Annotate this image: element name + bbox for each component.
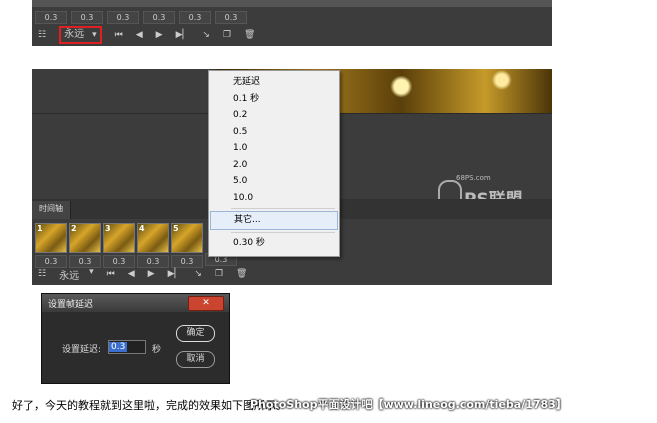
frame-number: 2 — [71, 224, 77, 233]
tween-icon[interactable]: ↘ — [194, 269, 202, 279]
menu-item-5-0[interactable]: 5.0 — [209, 173, 339, 190]
prev-frame-icon[interactable]: ◀ — [136, 30, 143, 40]
first-frame-icon[interactable]: ⏮ — [115, 30, 123, 40]
article-caption: 好了，今天的教程就到这里啦，完成的效果如下图所示。 — [12, 399, 287, 412]
close-icon[interactable]: ✕ — [188, 296, 224, 311]
tab-timeline[interactable]: 时间轴 — [32, 201, 71, 219]
cancel-button[interactable]: 取消 — [176, 351, 215, 368]
prev-frame-icon[interactable]: ◀ — [128, 269, 135, 279]
menu-item-0-1[interactable]: 0.1 秒 — [209, 91, 339, 108]
chevron-down-icon: ▾ — [89, 266, 94, 277]
menu-item-current[interactable]: 0.30 秒 — [209, 235, 339, 252]
menu-item-0-5[interactable]: 0.5 — [209, 124, 339, 141]
delay-input-value: 0.3 — [109, 342, 128, 352]
chevron-down-icon: ▾ — [92, 30, 97, 40]
duplicate-frame-icon[interactable]: ❐ — [215, 269, 223, 279]
frame-delay-6[interactable]: 0.3 — [215, 11, 247, 24]
frame-delay-3[interactable]: 0.3 — [107, 11, 139, 24]
bottom-watermark: PhotoShop平面设计吧【www.lineog.com/tieba/1783… — [250, 398, 567, 411]
frame-number: 4 — [139, 224, 145, 233]
frame-number: 1 — [37, 224, 43, 233]
frame-delay-5[interactable]: 0.3 — [179, 11, 211, 24]
frame-thumbnail: 1 — [35, 223, 67, 253]
loop-select-value: 永远 — [64, 29, 85, 40]
menu-item-other[interactable]: 其它... — [210, 211, 338, 230]
watermark-site: 68PS.com — [456, 174, 491, 182]
dialog-title: 设置帧延迟 — [48, 300, 94, 310]
delete-frame-icon[interactable]: 🗑 — [236, 269, 247, 279]
menu-item-0-2[interactable]: 0.2 — [209, 107, 339, 124]
frame-thumbnail: 3 — [103, 223, 135, 253]
loop-select-value: 永远 — [59, 270, 80, 282]
menu-item-2-0[interactable]: 2.0 — [209, 157, 339, 174]
delay-unit: 秒 — [152, 345, 162, 355]
delay-input[interactable]: 0.3 — [108, 340, 146, 354]
top-timeline-panel: 0.3 0.3 0.3 0.3 0.3 0.3 ☷ 永远 ▾ ⏮ ◀ ▶ ▶▏ … — [32, 0, 552, 46]
duplicate-frame-icon[interactable]: ❐ — [223, 30, 231, 40]
ok-button[interactable]: 确定 — [176, 325, 215, 342]
frame-delay-1[interactable]: 0.3 — [35, 11, 67, 24]
frame-delay-4[interactable]: 0.3 — [143, 11, 175, 24]
next-frame-icon[interactable]: ▶▏ — [168, 269, 182, 279]
frame-4[interactable]: 4 0.3 — [137, 223, 169, 268]
frame-number: 3 — [105, 224, 111, 233]
frame-number: 5 — [173, 224, 179, 233]
frame-thumbnail: 5 — [171, 223, 203, 253]
play-icon[interactable]: ▶ — [148, 269, 155, 279]
set-delay-dialog: 设置帧延迟 ✕ 设置延迟: 0.3 秒 确定 取消 — [41, 293, 230, 384]
menu-separator — [231, 231, 335, 233]
dialog-titlebar: 设置帧延迟 ✕ — [42, 294, 229, 312]
loop-select[interactable]: 永远 ▾ — [59, 26, 102, 44]
frame-1[interactable]: 1 0.3 — [35, 223, 67, 268]
timeline-menu-icon[interactable]: ☷ — [38, 269, 46, 279]
delay-label: 设置延迟: — [62, 345, 102, 355]
frame-5[interactable]: 5 0.3 — [171, 223, 203, 268]
delete-frame-icon[interactable]: 🗑 — [244, 30, 255, 40]
play-icon[interactable]: ▶ — [156, 30, 163, 40]
menu-separator — [231, 208, 335, 209]
menu-item-no-delay[interactable]: 无延迟 — [209, 74, 339, 91]
tab-timeline-label: 时间轴 — [39, 204, 63, 213]
tween-icon[interactable]: ↘ — [202, 30, 210, 40]
frame-thumbnail: 4 — [137, 223, 169, 253]
menu-item-1-0[interactable]: 1.0 — [209, 140, 339, 157]
delay-dropdown-menu: 无延迟 0.1 秒 0.2 0.5 1.0 2.0 5.0 10.0 其它...… — [208, 70, 340, 257]
loop-select[interactable]: 永远 ▾ — [59, 267, 94, 282]
timeline-menu-icon[interactable]: ☷ — [38, 30, 46, 40]
frame-delay-2[interactable]: 0.3 — [71, 11, 103, 24]
frame-2[interactable]: 2 0.3 — [69, 223, 101, 268]
next-frame-icon[interactable]: ▶▏ — [176, 30, 190, 40]
menu-item-10-0[interactable]: 10.0 — [209, 190, 339, 207]
frame-thumbnail: 2 — [69, 223, 101, 253]
first-frame-icon[interactable]: ⏮ — [107, 269, 115, 279]
frame-3[interactable]: 3 0.3 — [103, 223, 135, 268]
